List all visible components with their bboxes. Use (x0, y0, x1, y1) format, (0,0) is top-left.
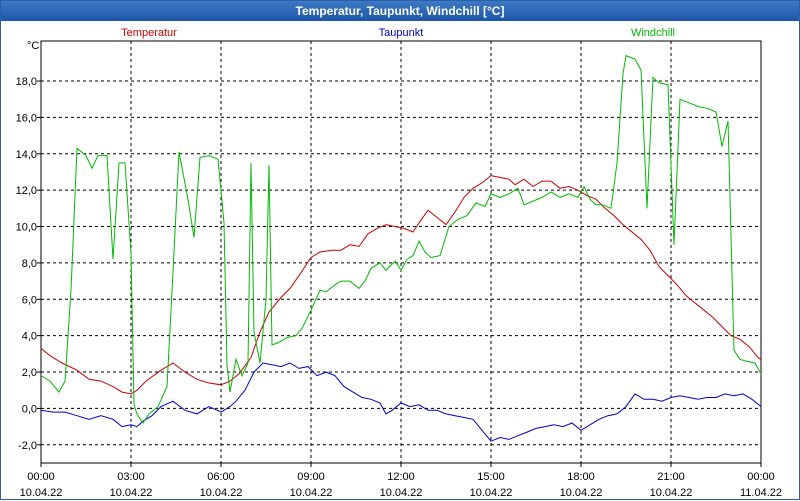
x-tick-time: 21:00 (657, 471, 685, 483)
legend: Temperatur Taupunkt Windchill (121, 27, 675, 39)
x-tick-time: 18:00 (567, 471, 595, 483)
y-tick-label: 12,0 (16, 185, 37, 197)
y-tick-label: 10,0 (16, 222, 37, 234)
x-tick-date: 10.04.22 (20, 487, 63, 499)
x-tick-date: 10.04.22 (380, 487, 423, 499)
x-tick-time: 12:00 (387, 471, 415, 483)
x-tick-date: 10.04.22 (470, 487, 513, 499)
y-tick-label: 2,0 (22, 367, 37, 379)
series-line-windchill (41, 54, 761, 424)
y-tick-label: 0,0 (22, 403, 37, 415)
x-tick-date: 10.04.22 (290, 487, 333, 499)
x-tick-date: 10.04.22 (110, 487, 153, 499)
y-tick-label: 4,0 (22, 331, 37, 343)
series (41, 54, 761, 442)
y-tick-label: 6,0 (22, 294, 37, 306)
y-tick-label: 18,0 (16, 76, 37, 88)
legend-label-taupunkt: Taupunkt (379, 27, 424, 39)
x-tick-time: 03:00 (117, 471, 145, 483)
y-tick-label: 8,0 (22, 258, 37, 270)
x-tick-time: 00:00 (747, 471, 775, 483)
x-tick-time: 00:00 (27, 471, 55, 483)
x-tick-time: 06:00 (207, 471, 235, 483)
x-tick-time: 09:00 (297, 471, 325, 483)
chart-window: Temperatur, Taupunkt, Windchill [°C] -2,… (0, 0, 800, 500)
x-tick-date: 11.04.22 (740, 487, 782, 499)
x-tick-date: 10.04.22 (200, 487, 243, 499)
legend-label-windchill: Windchill (631, 27, 675, 39)
x-tick-time: 15:00 (477, 471, 505, 483)
legend-label-temperatur: Temperatur (121, 27, 177, 39)
line-chart: -2,0 0,0 2,0 4,0 6,0 8,0 10,0 12,0 14,0 16,0 18,0 °… (16, 27, 782, 499)
y-axis-unit: °C (27, 40, 39, 52)
x-tick-date: 10.04.22 (560, 487, 603, 499)
x-tick-date: 10.04.22 (650, 487, 693, 499)
y-tick-label: -2,0 (18, 440, 37, 452)
y-tick-label: 14,0 (16, 149, 37, 161)
y-tick-label: 16,0 (16, 112, 37, 124)
